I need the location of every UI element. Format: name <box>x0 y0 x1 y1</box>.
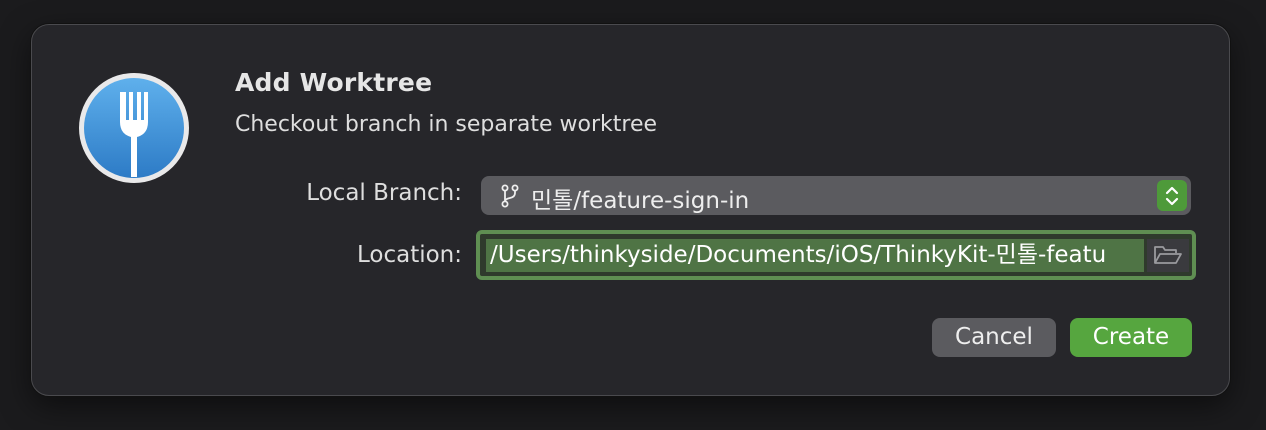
local-branch-select[interactable]: 민톨/feature-sign-in <box>481 176 1191 215</box>
folder-open-icon <box>1154 246 1182 264</box>
cancel-button[interactable]: Cancel <box>932 318 1056 357</box>
location-input[interactable]: /Users/thinkyside/Documents/iOS/ThinkyKi… <box>486 239 1144 272</box>
location-field[interactable]: /Users/thinkyside/Documents/iOS/ThinkyKi… <box>476 230 1196 280</box>
dialog-subtitle: Checkout branch in separate worktree <box>235 112 658 137</box>
fork-icon <box>79 73 189 183</box>
local-branch-value: 민톨/feature-sign-in <box>531 188 750 214</box>
chevron-up-down-icon <box>1165 186 1179 206</box>
create-button[interactable]: Create <box>1070 318 1192 357</box>
git-branch-icon <box>501 184 519 208</box>
browse-folder-button[interactable] <box>1147 239 1189 272</box>
local-branch-label: Local Branch: <box>306 180 462 206</box>
dialog-title: Add Worktree <box>235 68 433 97</box>
location-label: Location: <box>356 242 462 268</box>
branch-stepper[interactable] <box>1157 180 1187 211</box>
